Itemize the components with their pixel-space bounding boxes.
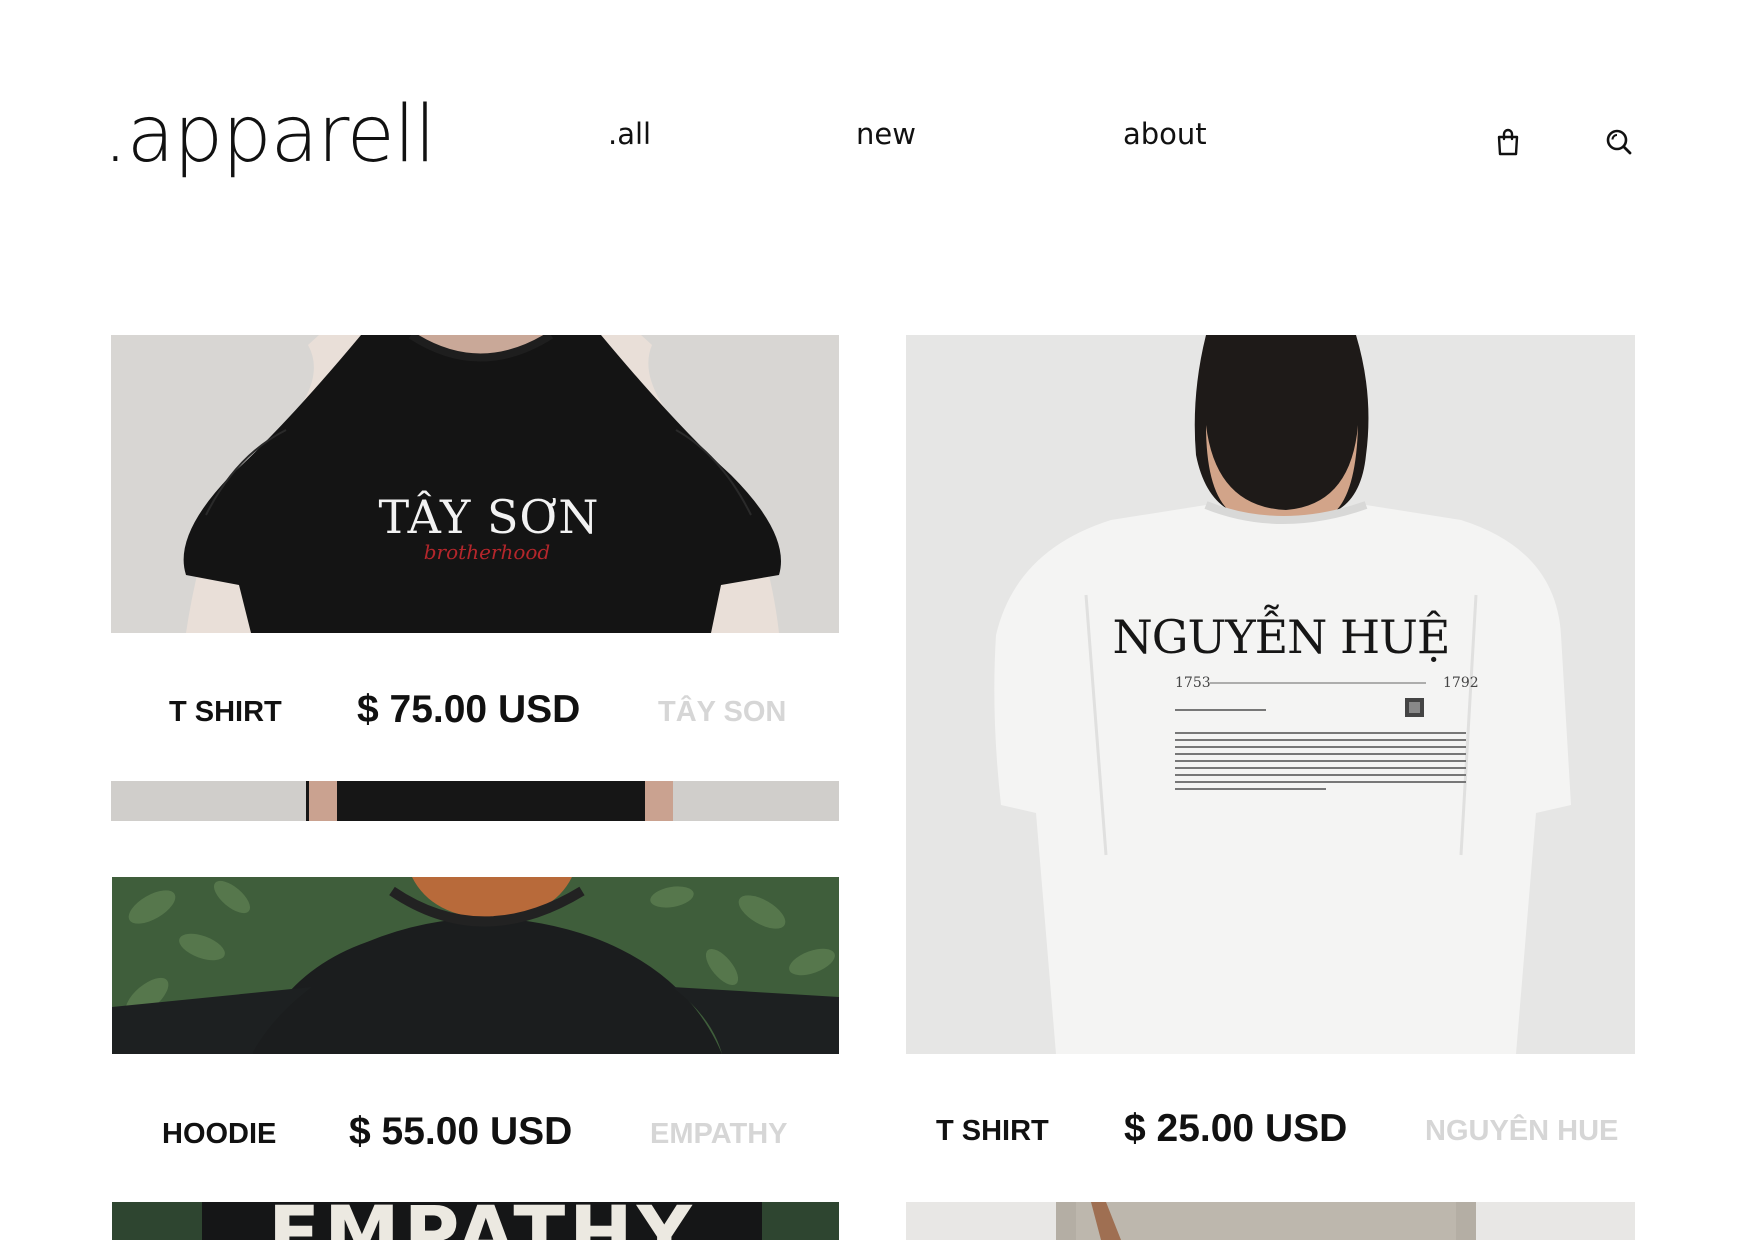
hoodie-black-back-photo: EMPATHY (112, 1202, 839, 1240)
site-header: .apparell .all new about (0, 0, 1745, 240)
search-button[interactable] (1601, 124, 1637, 160)
search-icon (1606, 129, 1632, 155)
print-title-tay-son: TÂY SƠN (379, 489, 600, 544)
product-type: T SHIRT (169, 696, 282, 728)
product-name[interactable]: NGUYÊN HUE (1425, 1115, 1618, 1148)
cart-button[interactable] (1490, 124, 1526, 160)
shopping-bag-icon (1497, 128, 1519, 156)
product-image-tay-son-back[interactable] (111, 781, 839, 821)
product-type: HOODIE (162, 1118, 277, 1150)
product-name[interactable]: TÂY SON (658, 696, 786, 729)
product-name[interactable]: EMPATHY (650, 1118, 787, 1151)
site-logo[interactable]: .apparell (103, 96, 436, 174)
tshirt-black-back-photo (111, 781, 839, 821)
product-info-nguyen-hue: T SHIRT $ 25.00 USD NGUYÊN HUE (906, 1097, 1635, 1157)
print-subtitle-brotherhood: brotherhood (424, 540, 550, 564)
product-type: T SHIRT (936, 1115, 1049, 1147)
product-next-photo (906, 1202, 1635, 1240)
product-price: $ 55.00 USD (349, 1110, 573, 1153)
print-title-nguyen-hue: NGUYỄN HUỆ (1112, 603, 1449, 664)
product-image-tay-son[interactable]: TÂY SƠN brotherhood (111, 335, 839, 633)
tshirt-white-photo: NGUYỄN HUỆ 1753 1792 (906, 335, 1635, 1054)
product-info-empathy: HOODIE $ 55.00 USD EMPATHY (112, 1100, 839, 1160)
product-image-empathy-back[interactable]: EMPATHY (112, 1202, 839, 1240)
product-price: $ 25.00 USD (1124, 1107, 1348, 1150)
nav-new[interactable]: new (856, 120, 916, 149)
print-title-empathy: EMPATHY (268, 1202, 696, 1240)
nav-all[interactable]: .all (608, 120, 651, 149)
nav-about[interactable]: about (1123, 120, 1207, 149)
product-info-tay-son: T SHIRT $ 75.00 USD TÂY SON (111, 678, 839, 738)
tshirt-black-photo: TÂY SƠN brotherhood (111, 335, 839, 633)
product-image-next[interactable] (906, 1202, 1635, 1240)
product-image-nguyen-hue[interactable]: NGUYỄN HUỆ 1753 1792 (906, 335, 1635, 1054)
product-price: $ 75.00 USD (357, 688, 581, 731)
print-year-start: 1753 (1175, 675, 1211, 691)
hoodie-black-photo (112, 877, 839, 1054)
print-year-end: 1792 (1443, 675, 1479, 691)
product-image-empathy[interactable] (112, 877, 839, 1054)
